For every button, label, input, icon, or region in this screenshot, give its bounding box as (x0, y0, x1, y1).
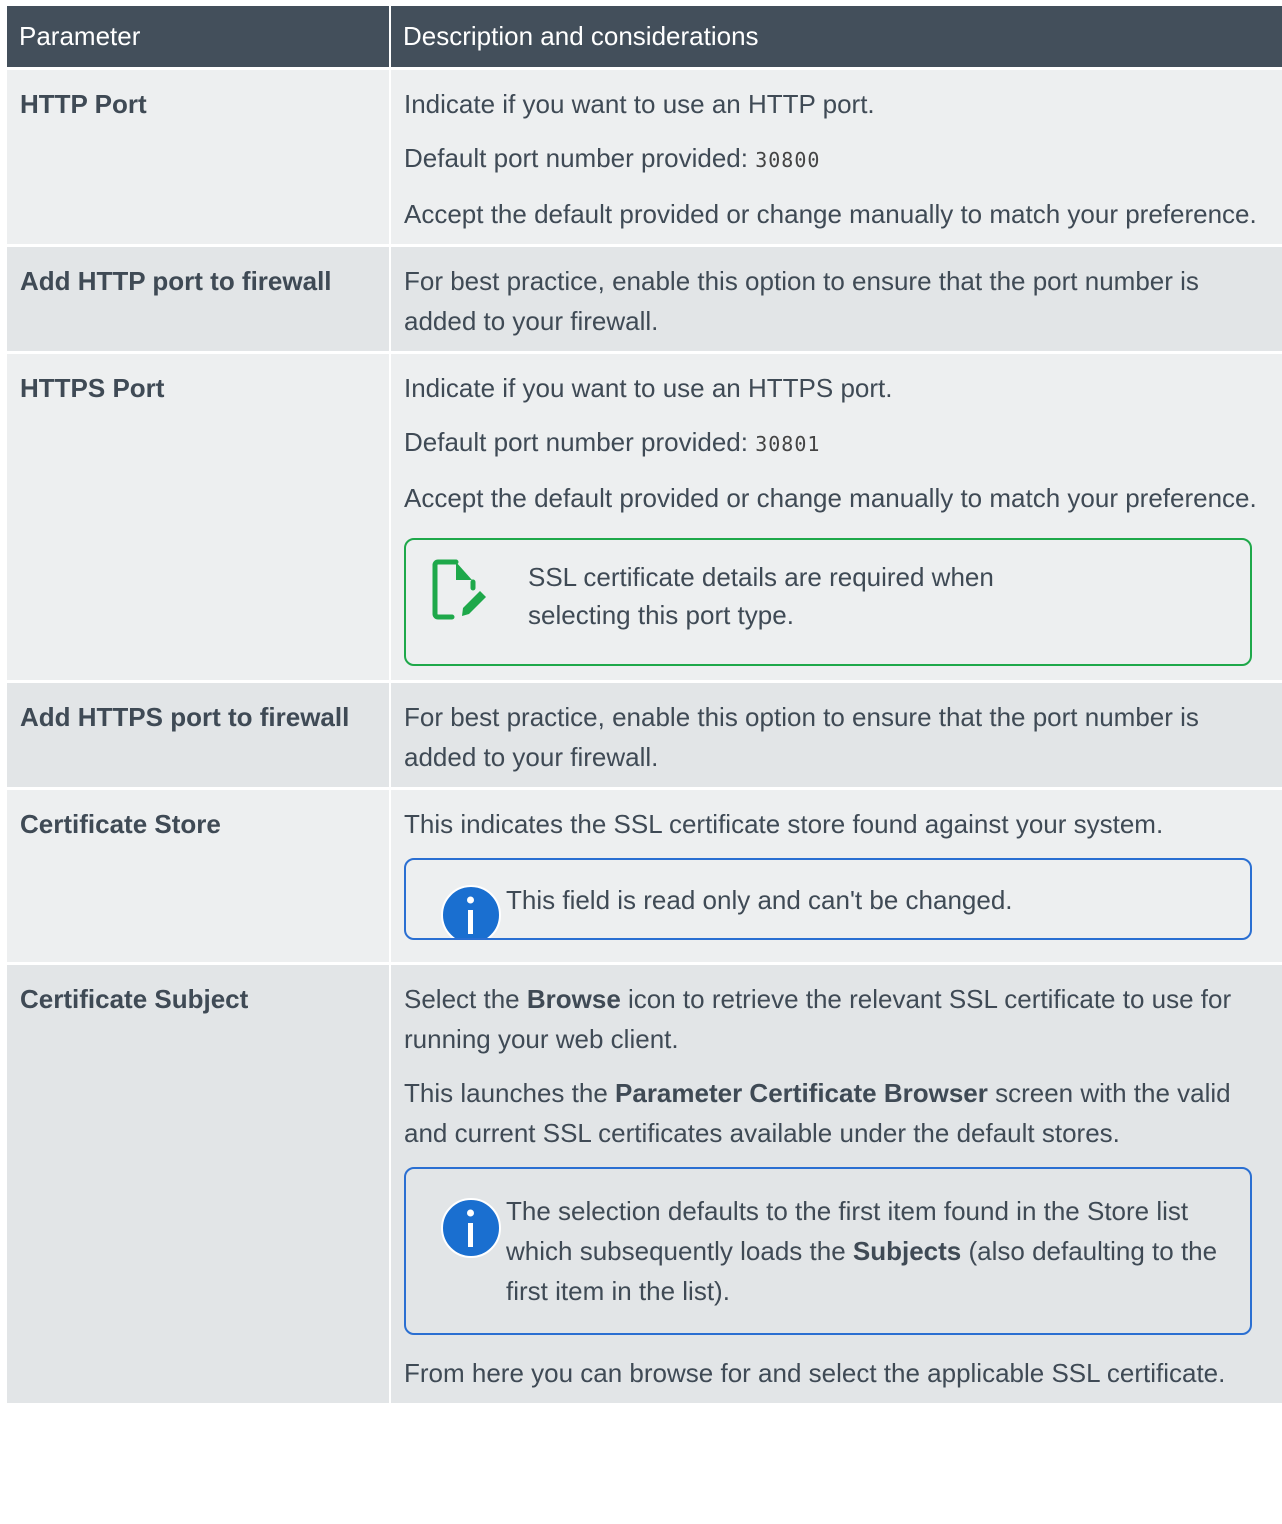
table-row: HTTPS Port Indicate if you want to use a… (7, 350, 1282, 681)
description-text: Accept the default provided or change ma… (404, 482, 1257, 513)
table-header-row: Parameter Description and considerations (7, 6, 1282, 68)
info-box: This field is read only and can't be cha… (404, 857, 1252, 940)
param-description: For best practice, enable this option to… (389, 679, 1282, 788)
header-description: Description and considerations (389, 6, 1282, 68)
description-text: From here you can browse for and select … (404, 1357, 1226, 1388)
param-name: Add HTTPS port to firewall (7, 679, 390, 788)
param-name: Certificate Store (7, 786, 390, 963)
description-text: For best practice, enable this option to… (404, 265, 1199, 336)
header-parameter: Parameter (7, 6, 390, 68)
default-port-line: Default port number provided: 30801 (404, 422, 1270, 464)
info-icon (441, 1197, 501, 1258)
param-name: HTTP Port (7, 66, 390, 245)
info-icon (441, 884, 501, 938)
note-box: SSL certificate details are required whe… (404, 537, 1252, 666)
default-port-line: Default port number provided: 30800 (404, 138, 1270, 180)
param-description: For best practice, enable this option to… (389, 243, 1282, 352)
param-name: Certificate Subject (7, 961, 390, 1403)
table-row: Certificate Subject Select the Browse ic… (7, 961, 1282, 1403)
table-row: Certificate Store This indicates the SSL… (7, 786, 1282, 963)
text-span: This launches the (404, 1077, 616, 1108)
description-text: Indicate if you want to use an HTTPS por… (404, 372, 893, 403)
description-text: Select the Browse icon to retrieve the r… (404, 979, 1270, 1059)
description-text: For best practice, enable this option to… (404, 701, 1199, 772)
info-text: The selection defaults to the first item… (506, 1191, 1250, 1311)
info-text: This field is read only and can't be cha… (506, 884, 1013, 915)
default-port-value: 30800 (755, 147, 821, 172)
description-text: Indicate if you want to use an HTTP port… (404, 88, 875, 119)
table-row: HTTP Port Indicate if you want to use an… (7, 66, 1282, 245)
parameters-table: Parameter Description and considerations… (7, 6, 1282, 1403)
text-span: Select the (404, 983, 527, 1014)
description-text: This indicates the SSL certificate store… (404, 808, 1164, 839)
param-description: Select the Browse icon to retrieve the r… (389, 961, 1282, 1403)
param-description: Indicate if you want to use an HTTP port… (389, 66, 1282, 245)
table-row: Add HTTP port to firewall For best pract… (7, 243, 1282, 352)
note-text: SSL certificate details are required whe… (528, 561, 994, 630)
param-description: Indicate if you want to use an HTTPS por… (389, 350, 1282, 681)
document-edit-icon (432, 559, 486, 619)
param-name: Add HTTP port to firewall (7, 243, 390, 352)
param-description: This indicates the SSL certificate store… (389, 786, 1282, 963)
subjects-label: Subjects (852, 1235, 962, 1266)
default-port-label: Default port number provided: (404, 426, 756, 457)
description-text: This launches the Parameter Certificate … (404, 1073, 1270, 1153)
default-port-label: Default port number provided: (404, 142, 756, 173)
info-box: The selection defaults to the first item… (404, 1166, 1252, 1335)
screen-name-label: Parameter Certificate Browser (615, 1077, 988, 1108)
browse-label: Browse (526, 983, 621, 1014)
param-name: HTTPS Port (7, 350, 390, 681)
description-text: Accept the default provided or change ma… (404, 198, 1257, 229)
default-port-value: 30801 (755, 431, 821, 456)
table-row: Add HTTPS port to firewall For best prac… (7, 679, 1282, 788)
